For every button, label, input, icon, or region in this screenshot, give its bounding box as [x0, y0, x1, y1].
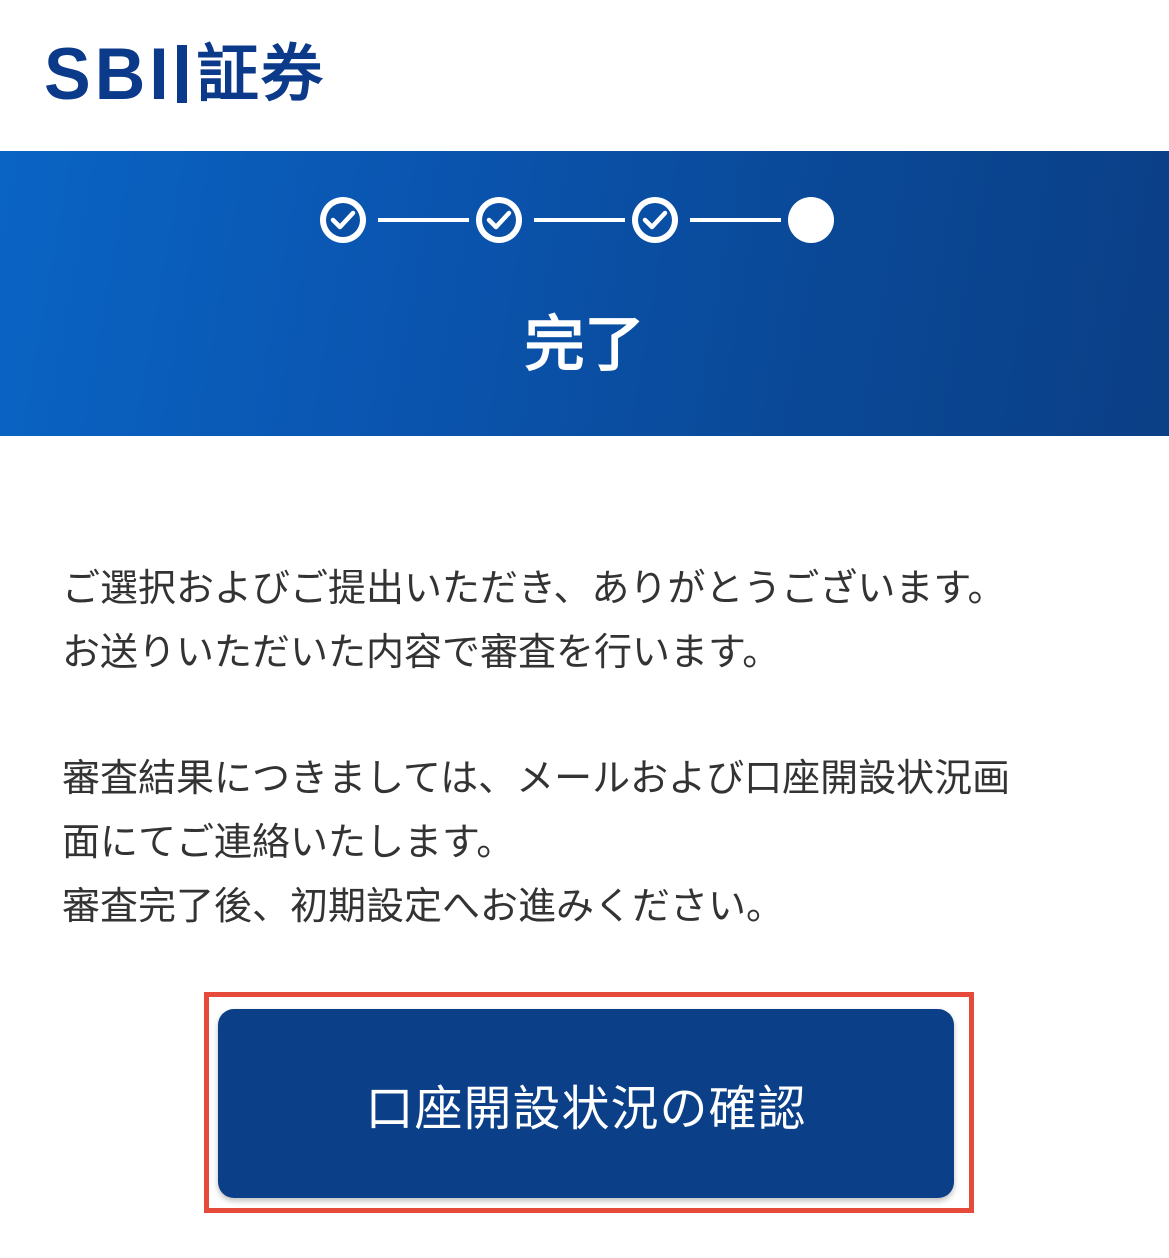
logo-latin-text: SBI [44, 33, 173, 115]
message-line: 審査完了後、初期設定へお進みください。 [62, 884, 785, 928]
progress-stepper [320, 197, 840, 243]
page-title: 完了 [524, 310, 645, 380]
step-1-complete-icon [320, 197, 366, 243]
logo-divider [176, 45, 187, 103]
logo-kanji-text: 証券 [196, 37, 325, 110]
message-line: 審査結果につきましては、メールおよび口座開設状況画 [62, 756, 1011, 800]
step-2-complete-icon [476, 197, 522, 243]
sbi-securities-logo: SBI 証券 [44, 34, 325, 114]
message-line: ご選択およびご提出いただき、ありがとうございます。 [62, 566, 1006, 610]
step-connector [378, 218, 469, 222]
account-opening-complete-page: SBI 証券 完了 ご選択およびご提出いただき、ありがとうございます。 お送りい… [0, 0, 1169, 1258]
progress-banner [0, 151, 1169, 436]
check-account-status-button[interactable]: 口座開設状況の確認 [218, 1009, 954, 1198]
message-line: 面にてご連絡いたします。 [62, 820, 515, 864]
completion-message: ご選択およびご提出いただき、ありがとうございます。 お送りいただいた内容で審査を… [62, 556, 1142, 938]
step-3-complete-icon [632, 197, 678, 243]
header: SBI 証券 [0, 0, 1169, 151]
step-connector [690, 218, 781, 222]
message-line: お送りいただいた内容で審査を行います。 [62, 630, 781, 674]
step-connector [534, 218, 625, 222]
step-4-current-icon [788, 197, 834, 243]
